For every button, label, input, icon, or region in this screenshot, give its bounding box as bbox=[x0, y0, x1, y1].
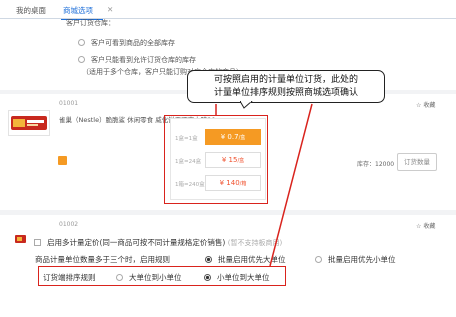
callout-line-2: 计量单位排序规则按照商城选项确认 bbox=[213, 88, 358, 98]
callout-tail bbox=[240, 101, 253, 109]
annotation-callout: 可按照启用的计量单位订货，此处的 计量单位排序规则按照商城选项确认 bbox=[187, 70, 385, 103]
annotation-arrows bbox=[215, 103, 313, 267]
arrow-to-sort-rule bbox=[269, 103, 313, 267]
callout-line-1: 可按照启用的计量单位订货，此处的 bbox=[213, 75, 358, 85]
